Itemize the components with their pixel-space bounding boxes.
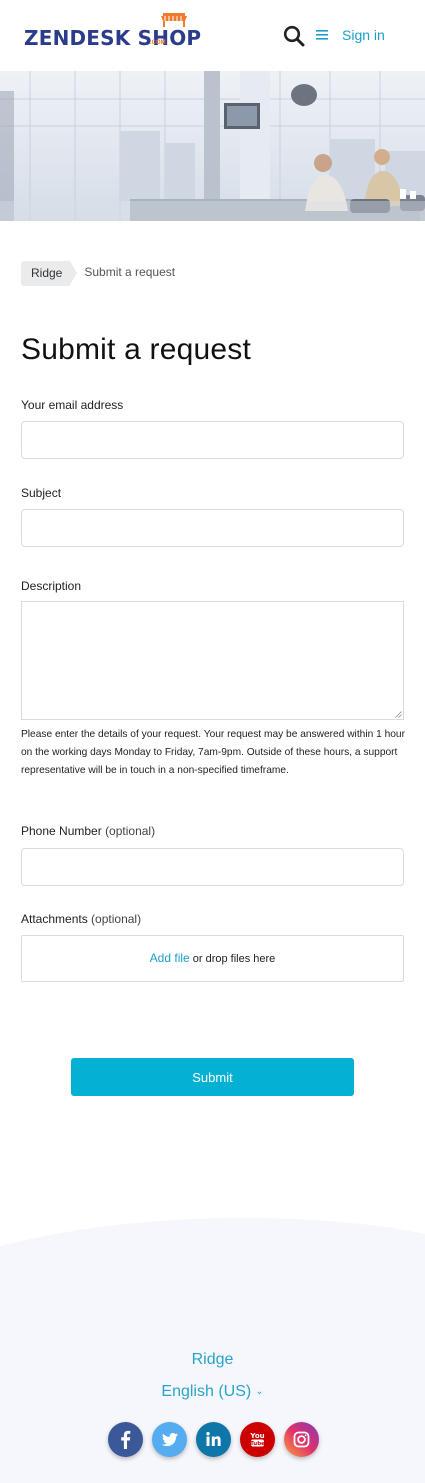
- footer-brand-link[interactable]: Ridge: [0, 1351, 425, 1369]
- logo-text-left: ZENDESK S: [24, 26, 153, 50]
- twitter-icon[interactable]: [152, 1422, 187, 1457]
- description-textarea[interactable]: [21, 601, 404, 720]
- attachments-label: Attachments (optional): [21, 912, 141, 926]
- subject-field[interactable]: [21, 509, 404, 547]
- svg-text:Tube: Tube: [250, 1441, 265, 1447]
- office-hero-illustration: [0, 71, 425, 221]
- description-help-text: Please enter the details of your request…: [21, 729, 405, 776]
- submit-button[interactable]: Submit: [71, 1058, 354, 1096]
- search-icon[interactable]: [283, 25, 305, 47]
- sign-in-link[interactable]: Sign in: [342, 27, 385, 43]
- hero-banner-image: [0, 71, 425, 221]
- phone-field[interactable]: [21, 848, 404, 886]
- attachments-label-text: Attachments: [21, 912, 88, 926]
- description-label: Description: [21, 579, 82, 593]
- resize-grip-icon[interactable]: [395, 711, 402, 718]
- add-file-link[interactable]: Add file: [150, 951, 190, 965]
- language-selector-label: English (US): [161, 1383, 252, 1400]
- instagram-icon[interactable]: [284, 1422, 319, 1457]
- svg-text:You: You: [249, 1432, 264, 1440]
- breadcrumb-item-ridge[interactable]: Ridge: [21, 261, 78, 286]
- chevron-down-icon: ⌄: [255, 1386, 264, 1397]
- site-footer: Ridge English (US) ⌄ You Tube: [0, 1210, 425, 1483]
- email-field[interactable]: [21, 421, 404, 459]
- linkedin-icon[interactable]: [196, 1422, 231, 1457]
- attachments-optional-text: (optional): [91, 912, 142, 926]
- attachments-dropzone[interactable]: Add file or drop files here: [21, 935, 404, 982]
- zendesk-shop-logo[interactable]: ZENDESK S HOP .COM: [24, 13, 201, 50]
- phone-optional-text: (optional): [105, 824, 156, 838]
- email-label: Your email address: [21, 398, 124, 412]
- shop-awning-icon: [161, 13, 188, 27]
- youtube-icon[interactable]: You Tube: [240, 1422, 275, 1457]
- site-header: ZENDESK S HOP .COM Sign in: [0, 0, 425, 71]
- language-selector[interactable]: English (US) ⌄: [0, 1383, 425, 1401]
- breadcrumb: Ridge Submit a request: [21, 261, 175, 286]
- social-links: You Tube: [108, 1422, 319, 1457]
- subject-label: Subject: [21, 486, 62, 500]
- drop-files-text: or drop files here: [189, 953, 276, 965]
- breadcrumb-item-current: Submit a request: [84, 264, 176, 279]
- facebook-icon[interactable]: [108, 1422, 143, 1457]
- phone-label-text: Phone Number: [21, 824, 102, 838]
- phone-label: Phone Number (optional): [21, 824, 155, 838]
- page-title: Submit a request: [21, 333, 251, 366]
- logo-com: .COM: [150, 40, 166, 46]
- hamburger-menu-icon[interactable]: [316, 30, 328, 40]
